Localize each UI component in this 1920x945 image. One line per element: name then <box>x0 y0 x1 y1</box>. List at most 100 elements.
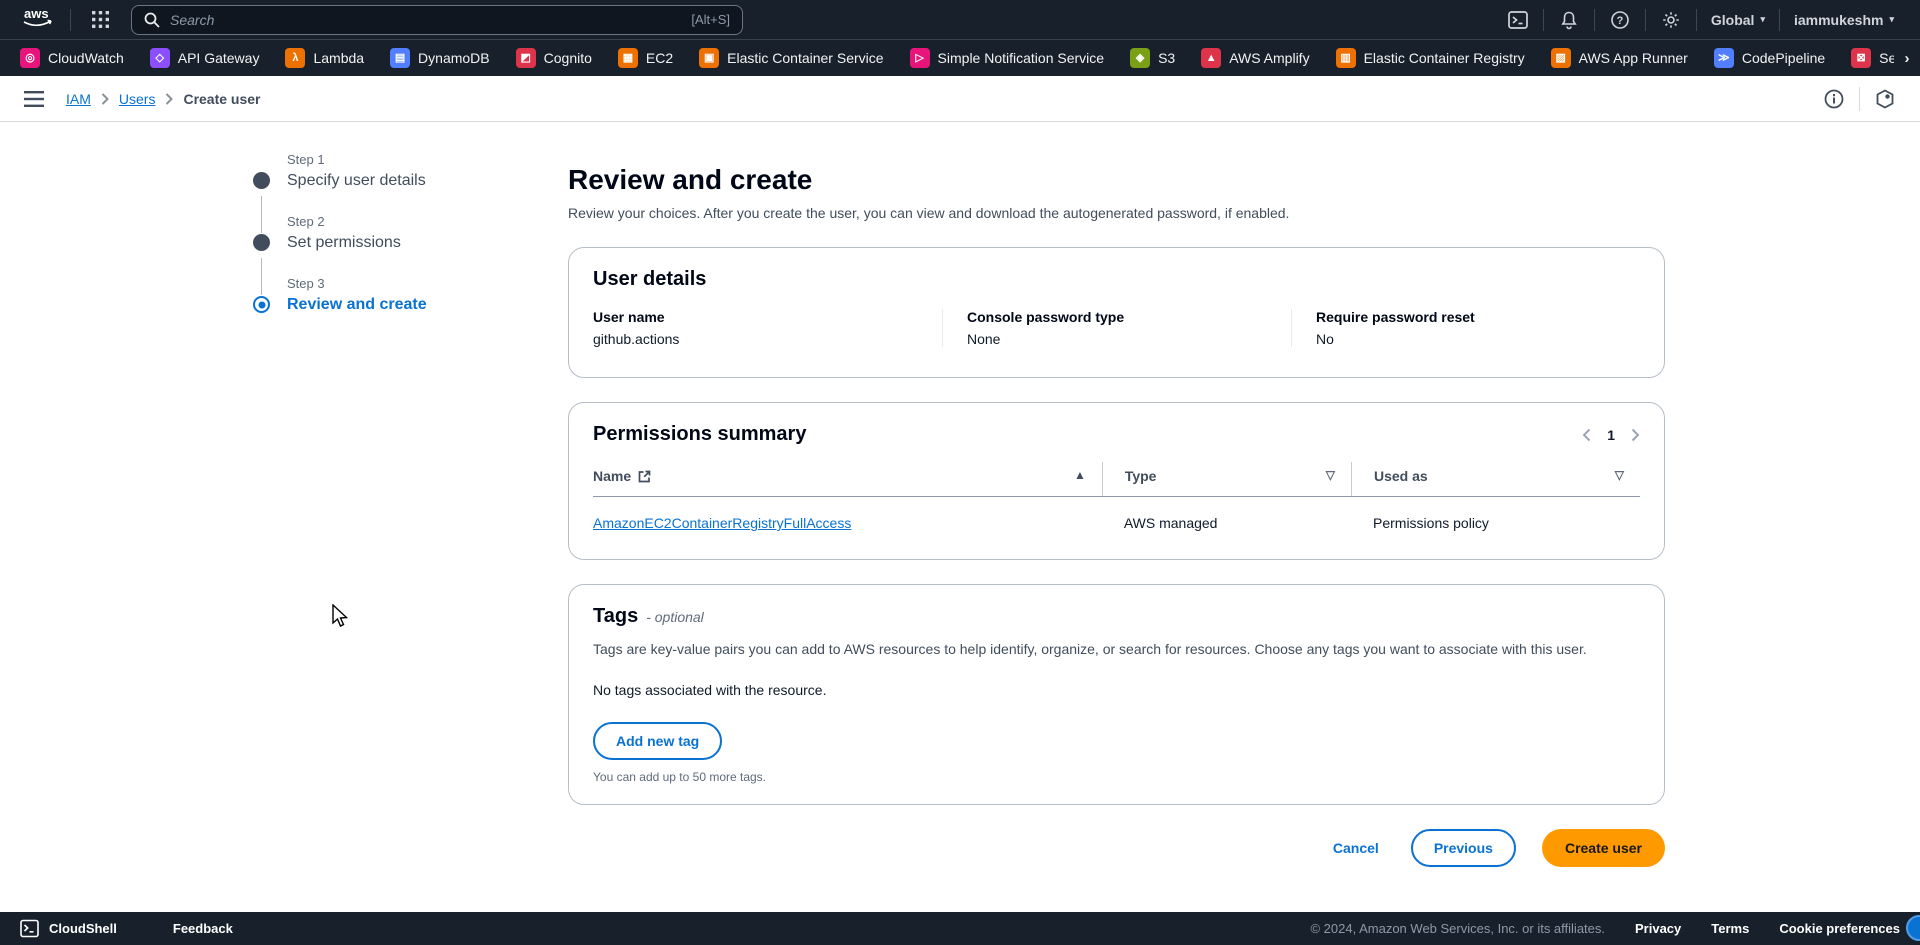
tags-empty-message: No tags associated with the resource. <box>593 682 1640 698</box>
step-2-dot-icon <box>253 234 270 251</box>
region-label: Global <box>1711 12 1755 28</box>
tags-card: Tags - optional Tags are key-value pairs… <box>568 584 1665 805</box>
mouse-cursor <box>332 604 350 633</box>
cancel-button[interactable]: Cancel <box>1327 829 1385 867</box>
search-shortcut-hint: [Alt+S] <box>691 12 730 27</box>
search-input[interactable] <box>170 12 691 28</box>
column-label: Used as <box>1374 468 1428 484</box>
ecr-icon: ▥ <box>1336 48 1356 68</box>
favorites-item-s3[interactable]: ◈S3 <box>1130 48 1175 68</box>
pagination-prev-icon[interactable] <box>1582 428 1591 442</box>
sidebar-menu-icon[interactable] <box>24 91 44 107</box>
breadcrumb: IAM Users Create user <box>66 91 261 107</box>
favorites-item-sns[interactable]: ▷Simple Notification Service <box>910 48 1105 68</box>
step-2-set-permissions: Step 2 Set permissions <box>253 214 473 276</box>
account-menu[interactable]: iammukeshm ▾ <box>1790 12 1898 28</box>
column-header-used-as[interactable]: Used as ▽ <box>1351 462 1640 496</box>
create-user-button[interactable]: Create user <box>1542 829 1665 867</box>
policy-name-link[interactable]: AmazonEC2ContainerRegistryFullAccess <box>593 515 851 531</box>
field-value: github.actions <box>593 331 942 347</box>
field-label: Require password reset <box>1316 309 1640 325</box>
wizard-actions: Cancel Previous Create user <box>568 829 1665 867</box>
dynamodb-icon: ▤ <box>390 48 410 68</box>
user-name-field: User name github.actions <box>593 309 942 347</box>
favorites-item-lambda[interactable]: λLambda <box>285 48 364 68</box>
tags-title: Tags <box>593 605 638 628</box>
user-details-title: User details <box>593 268 1640 291</box>
chevron-down-icon: ▾ <box>1889 14 1894 25</box>
breadcrumb-iam[interactable]: IAM <box>66 91 91 107</box>
services-grid-icon[interactable] <box>85 5 115 35</box>
topbar-divider <box>70 9 71 31</box>
footer-cloudshell-button[interactable]: CloudShell <box>49 921 117 936</box>
footer-copyright: © 2024, Amazon Web Services, Inc. or its… <box>1310 921 1605 936</box>
column-header-type[interactable]: Type ▽ <box>1102 462 1351 496</box>
favorites-item-cloudwatch[interactable]: ◎CloudWatch <box>20 48 124 68</box>
step-3-review-and-create: Step 3 Review and create <box>253 276 473 338</box>
tags-optional-label: - optional <box>646 609 704 625</box>
app-runner-icon: ▨ <box>1551 48 1571 68</box>
breadcrumb-users[interactable]: Users <box>119 91 156 107</box>
cloudshell-terminal-icon <box>20 919 39 938</box>
aws-logo[interactable]: aws <box>20 5 56 34</box>
pagination: 1 <box>1582 427 1640 443</box>
step-1-specify-user-details: Step 1 Specify user details <box>253 152 473 214</box>
favorites-item-codepipeline[interactable]: ≫CodePipeline <box>1714 48 1825 68</box>
top-navigation-bar: aws [Alt+S] ? <box>0 0 1920 40</box>
favorites-item-amplify[interactable]: ▲AWS Amplify <box>1201 48 1309 68</box>
lambda-icon: λ <box>285 48 305 68</box>
topbar-divider <box>1594 9 1595 31</box>
favorites-item-dynamodb[interactable]: ▤DynamoDB <box>390 48 490 68</box>
footer-bar: CloudShell Feedback © 2024, Amazon Web S… <box>0 912 1920 945</box>
step-title-link[interactable]: Set permissions <box>287 234 473 252</box>
info-icon[interactable] <box>1823 88 1845 110</box>
tags-description: Tags are key-value pairs you can add to … <box>593 638 1623 660</box>
console-password-type-field: Console password type None <box>942 309 1291 347</box>
favorites-bar: ◎CloudWatch ◇API Gateway λLambda ▤Dynamo… <box>0 40 1920 76</box>
ec2-icon: ▦ <box>618 48 638 68</box>
topbar-divider <box>1645 9 1646 31</box>
footer-terms-link[interactable]: Terms <box>1711 921 1749 936</box>
topbar-divider <box>1696 9 1697 31</box>
favorites-overflow-chevron-icon[interactable]: › <box>1894 40 1920 76</box>
settings-gear-icon[interactable] <box>1656 5 1686 35</box>
sort-toggle-icon[interactable]: ▽ <box>1615 468 1624 482</box>
chevron-right-icon <box>165 93 173 105</box>
secrets-manager-icon: ⊠ <box>1851 48 1871 68</box>
previous-button[interactable]: Previous <box>1411 829 1516 867</box>
permissions-table: Name ▲ Type ▽ Used as ▽ <box>593 462 1640 539</box>
footer-cookie-preferences-link[interactable]: Cookie preferences <box>1779 921 1900 936</box>
favorites-item-api-gateway[interactable]: ◇API Gateway <box>150 48 260 68</box>
notifications-bell-icon[interactable] <box>1554 5 1584 35</box>
help-icon[interactable]: ? <box>1605 5 1635 35</box>
step-title-link[interactable]: Review and create <box>287 296 473 314</box>
cloudshell-hexagon-icon[interactable] <box>1874 88 1896 110</box>
step-title-link[interactable]: Specify user details <box>287 172 473 190</box>
field-value: None <box>967 331 1291 347</box>
footer-privacy-link[interactable]: Privacy <box>1635 921 1681 936</box>
column-header-name[interactable]: Name ▲ <box>593 462 1102 496</box>
footer-feedback-button[interactable]: Feedback <box>173 921 233 936</box>
sort-toggle-icon[interactable]: ▽ <box>1326 468 1335 482</box>
add-new-tag-button[interactable]: Add new tag <box>593 722 722 760</box>
user-details-card: User details User name github.actions Co… <box>568 247 1665 378</box>
step-number: Step 3 <box>287 276 473 291</box>
ecs-icon: ▣ <box>699 48 719 68</box>
favorites-item-app-runner[interactable]: ▨AWS App Runner <box>1551 48 1688 68</box>
favorites-item-ec2[interactable]: ▦EC2 <box>618 48 673 68</box>
svg-text:?: ? <box>1617 15 1624 27</box>
favorites-item-ecr[interactable]: ▥Elastic Container Registry <box>1336 48 1525 68</box>
favorites-item-ecs[interactable]: ▣Elastic Container Service <box>699 48 883 68</box>
pagination-current-page[interactable]: 1 <box>1607 427 1615 443</box>
policy-used-as-cell: Permissions policy <box>1351 497 1640 539</box>
pagination-next-icon[interactable] <box>1631 428 1640 442</box>
amplify-icon: ▲ <box>1201 48 1221 68</box>
sort-ascending-icon[interactable]: ▲ <box>1074 468 1086 482</box>
region-selector[interactable]: Global ▾ <box>1707 12 1769 28</box>
step-3-dot-icon <box>253 296 270 313</box>
footer-edge-widget-icon[interactable] <box>1906 915 1920 941</box>
api-gateway-icon: ◇ <box>150 48 170 68</box>
global-search[interactable]: [Alt+S] <box>131 5 743 35</box>
favorites-item-cognito[interactable]: ◩Cognito <box>516 48 592 68</box>
cloudshell-icon[interactable] <box>1503 5 1533 35</box>
